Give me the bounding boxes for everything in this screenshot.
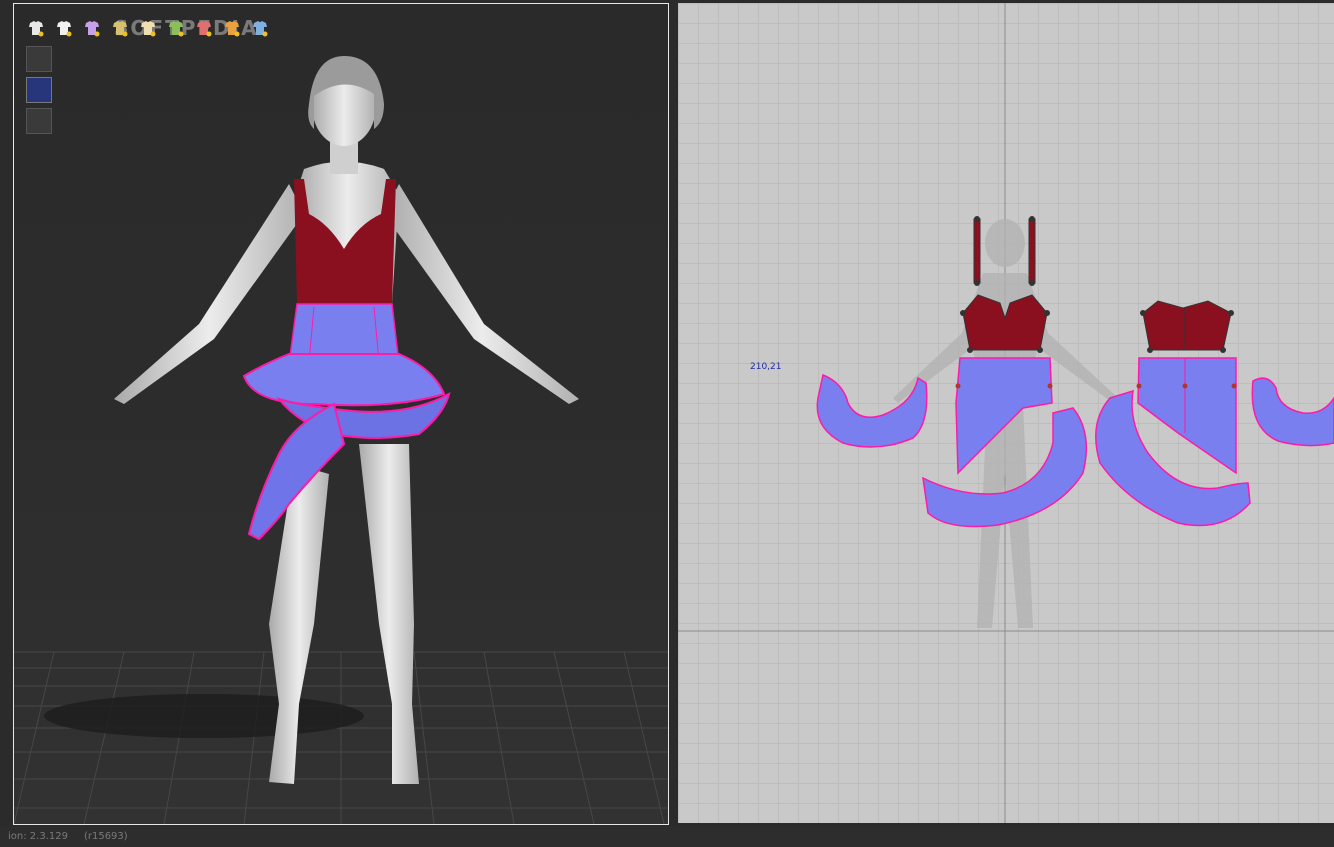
- skirt-ruffle-top: [242, 353, 446, 407]
- stitch-icon[interactable]: [108, 16, 132, 40]
- pin-icon[interactable]: [192, 16, 216, 40]
- status-bar: ion: 2.3.129 (r15693): [0, 826, 1334, 847]
- back-skirt-piece: [1137, 357, 1237, 475]
- ruffle-piece-4: [1251, 377, 1334, 447]
- blue-garment-icon[interactable]: [26, 77, 52, 103]
- coordinate-readout: 210,21: [750, 362, 782, 372]
- 3d-viewport[interactable]: SOFTPEDIA: [13, 3, 669, 825]
- ruler-icon[interactable]: [164, 16, 188, 40]
- avatar-head-icon[interactable]: [26, 108, 52, 134]
- dotted-shirt-icon[interactable]: [80, 16, 104, 40]
- avatar-figure[interactable]: [14, 4, 668, 824]
- revision-label: (r15693): [83, 831, 128, 842]
- tshirt-pin-icon[interactable]: [52, 16, 76, 40]
- shirt-layers-icon[interactable]: [136, 16, 160, 40]
- garment-toolbar: [24, 16, 272, 40]
- pattern-canvas: [678, 3, 1334, 823]
- avatar-pose-icon[interactable]: [26, 46, 52, 72]
- button-icon[interactable]: [220, 16, 244, 40]
- version-label: ion: 2.3.129: [8, 831, 68, 842]
- side-toolbar: [26, 46, 52, 134]
- 2d-pattern-view[interactable]: 210,21: [678, 3, 1334, 823]
- texture-icon[interactable]: [248, 16, 272, 40]
- back-bodice-piece: [1142, 300, 1232, 351]
- tshirt-icon[interactable]: [24, 16, 48, 40]
